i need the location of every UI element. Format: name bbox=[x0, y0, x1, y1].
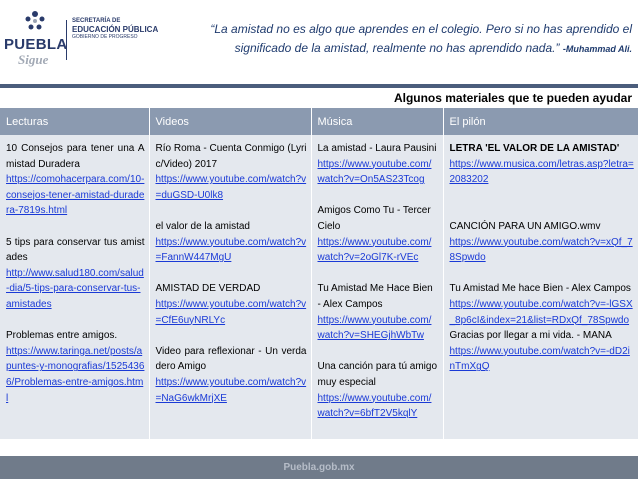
video-title-4: Video para reflexionar - Un verdadero Am… bbox=[155, 345, 307, 373]
video-link-4[interactable]: https://www.youtube.com/watch?v=NaG6wkMr… bbox=[156, 377, 307, 404]
cell-videos: Río Roma - Cuenta Conmigo (Lyric/Video) … bbox=[149, 135, 312, 439]
header-videos: Videos bbox=[149, 108, 312, 135]
cell-pilon: LETRA 'EL VALOR DE LA AMISTAD' https://w… bbox=[443, 135, 638, 439]
video-link-1[interactable]: https://www.youtube.com/watch?v=duGSD-U0… bbox=[156, 174, 307, 201]
musica-link-3[interactable]: https://www.youtube.com/watch?v=SHEGjhWb… bbox=[318, 315, 432, 342]
lectura-title-1: 10 Consejos para tener una Amistad Durad… bbox=[6, 143, 145, 170]
logo-sub-text: Sigue bbox=[18, 52, 49, 67]
pilon-link-3[interactable]: https://www.youtube.com/watch?v=-lGSX_8p… bbox=[450, 299, 633, 326]
lectura-link-1[interactable]: https://comohacerpara.com/10-consejos-te… bbox=[6, 174, 144, 216]
video-link-3[interactable]: https://www.youtube.com/watch?v=CfE6uyNR… bbox=[156, 299, 307, 326]
footer-text: Puebla.gob.mx bbox=[283, 462, 355, 473]
video-title-1: Río Roma - Cuenta Conmigo (Lyric/Video) … bbox=[155, 143, 307, 170]
table-row: 10 Consejos para tener una Amistad Durad… bbox=[0, 135, 638, 439]
footer: Puebla.gob.mx bbox=[0, 456, 638, 479]
musica-link-1[interactable]: https://www.youtube.com/watch?v=On5AS23T… bbox=[318, 159, 432, 186]
header-musica: Música bbox=[311, 108, 444, 135]
header-pilon: El pilón bbox=[443, 108, 638, 135]
pilon-link-1[interactable]: https://www.musica.com/letras.asp?letra=… bbox=[450, 159, 634, 186]
header: PUEBLA Sigue SECRETARÍA DE EDUCACIÓN PÚB… bbox=[0, 0, 638, 84]
musica-link-4[interactable]: https://www.youtube.com/watch?v=6bfT2V5k… bbox=[318, 393, 432, 420]
lectura-title-3: Problemas entre amigos. bbox=[6, 330, 118, 342]
table-header-row: Lecturas Videos Música El pilón bbox=[0, 108, 638, 135]
pilon-title-1: LETRA 'EL VALOR DE LA AMISTAD' bbox=[449, 143, 620, 154]
logo-dots-icon bbox=[25, 11, 45, 30]
musica-title-1: La amistad - Laura Pausini bbox=[317, 143, 437, 154]
video-title-2: el valor de la amistad bbox=[155, 220, 251, 232]
musica-title-2: Amigos Como Tu - Tercer Cielo bbox=[317, 205, 431, 232]
musica-title-3: Tu Amistad Me Hace Bien - Alex Campos bbox=[317, 283, 433, 310]
musica-link-2[interactable]: https://www.youtube.com/watch?v=2oGl7K-r… bbox=[318, 237, 432, 264]
video-link-2[interactable]: https://www.youtube.com/watch?v=FannW447… bbox=[156, 237, 307, 264]
lectura-link-2[interactable]: http://www.salud180.com/salud-dia/5-tips… bbox=[6, 268, 144, 310]
quote: “La amistad no es algo que aprendes en e… bbox=[160, 20, 632, 59]
puebla-logo: PUEBLA Sigue bbox=[4, 6, 67, 72]
lectura-title-2: 5 tips para conservar tus amistades bbox=[6, 236, 145, 264]
section-title: Algunos materiales que te pueden ayudar bbox=[393, 91, 632, 105]
pilon-title-2: CANCIÓN PARA UN AMIGO.wmv bbox=[449, 220, 601, 232]
lectura-link-3[interactable]: https://www.taringa.net/posts/apuntes-y-… bbox=[6, 346, 144, 404]
cell-lecturas: 10 Consejos para tener una Amistad Durad… bbox=[0, 135, 150, 439]
quote-author: -Muhammad Ali. bbox=[562, 44, 632, 54]
logo-main-text: PUEBLA bbox=[4, 36, 68, 53]
pilon-title-4: Gracias por llegar a mi vida. - MANA bbox=[449, 330, 612, 342]
video-title-3: AMISTAD DE VERDAD bbox=[155, 283, 261, 295]
pilon-title-3: Tu Amistad Me hace Bien - Alex Campos bbox=[449, 283, 631, 295]
musica-title-4: Una canción para tú amigo muy especial bbox=[317, 361, 438, 388]
pilon-link-4[interactable]: https://www.youtube.com/watch?v=-dD2inTm… bbox=[450, 346, 630, 373]
pilon-link-2[interactable]: https://www.youtube.com/watch?v=xQf_78Sp… bbox=[450, 237, 633, 264]
header-lecturas: Lecturas bbox=[0, 108, 150, 135]
cell-musica: La amistad - Laura Pausini https://www.y… bbox=[311, 135, 444, 439]
materials-table: Lecturas Videos Música El pilón 10 Conse… bbox=[0, 108, 638, 439]
logo-divider bbox=[66, 20, 67, 60]
